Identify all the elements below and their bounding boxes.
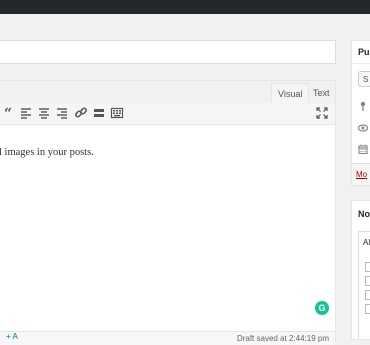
- divider: [352, 63, 370, 64]
- editor-toolbar: “: [0, 103, 335, 125]
- align-left-icon[interactable]: [19, 106, 33, 120]
- editor-tabs: Visual Text: [0, 81, 335, 103]
- notification-checkbox[interactable]: [365, 262, 370, 272]
- admin-top-bar: [0, 0, 370, 14]
- read-more-icon[interactable]: [92, 106, 106, 120]
- notifications-list: Al: [358, 231, 370, 339]
- post-editor: Visual Text “ l images in your posts. G: [0, 80, 336, 345]
- notification-checkbox[interactable]: [365, 304, 370, 314]
- align-right-icon[interactable]: [55, 106, 69, 120]
- publish-box-footer: Mo: [352, 163, 370, 185]
- publish-box-title[interactable]: Pu: [358, 47, 370, 57]
- editor-status-bar: Draft saved at 2:44:19 pm: [0, 331, 335, 345]
- move-to-trash-link[interactable]: Mo: [356, 170, 367, 179]
- svg-text:“: “: [4, 106, 12, 120]
- notifications-box-title[interactable]: No: [358, 209, 370, 219]
- blockquote-icon[interactable]: “: [3, 106, 17, 120]
- eye-icon: [357, 120, 369, 132]
- link-icon[interactable]: [74, 106, 88, 120]
- publish-box: Pu S Mo: [351, 40, 370, 186]
- post-title-input[interactable]: [0, 40, 336, 64]
- notification-checkbox[interactable]: [365, 276, 370, 286]
- draft-saved-status: Draft saved at 2:44:19 pm: [236, 334, 329, 343]
- tab-visual[interactable]: Visual: [271, 83, 310, 103]
- calendar-icon: [358, 141, 368, 155]
- pin-icon: [358, 98, 368, 111]
- notifications-box: No Al: [351, 200, 370, 340]
- grammarly-icon[interactable]: G: [315, 301, 329, 315]
- save-draft-button[interactable]: S: [358, 71, 370, 87]
- notification-checkbox[interactable]: [365, 290, 370, 300]
- tab-text[interactable]: Text: [307, 83, 336, 103]
- toolbar-toggle-icon[interactable]: [110, 106, 124, 120]
- fullscreen-icon[interactable]: [315, 106, 329, 120]
- editor-content[interactable]: l images in your posts.: [0, 147, 94, 158]
- filter-all-label[interactable]: Al: [363, 238, 370, 247]
- align-center-icon[interactable]: [37, 106, 51, 120]
